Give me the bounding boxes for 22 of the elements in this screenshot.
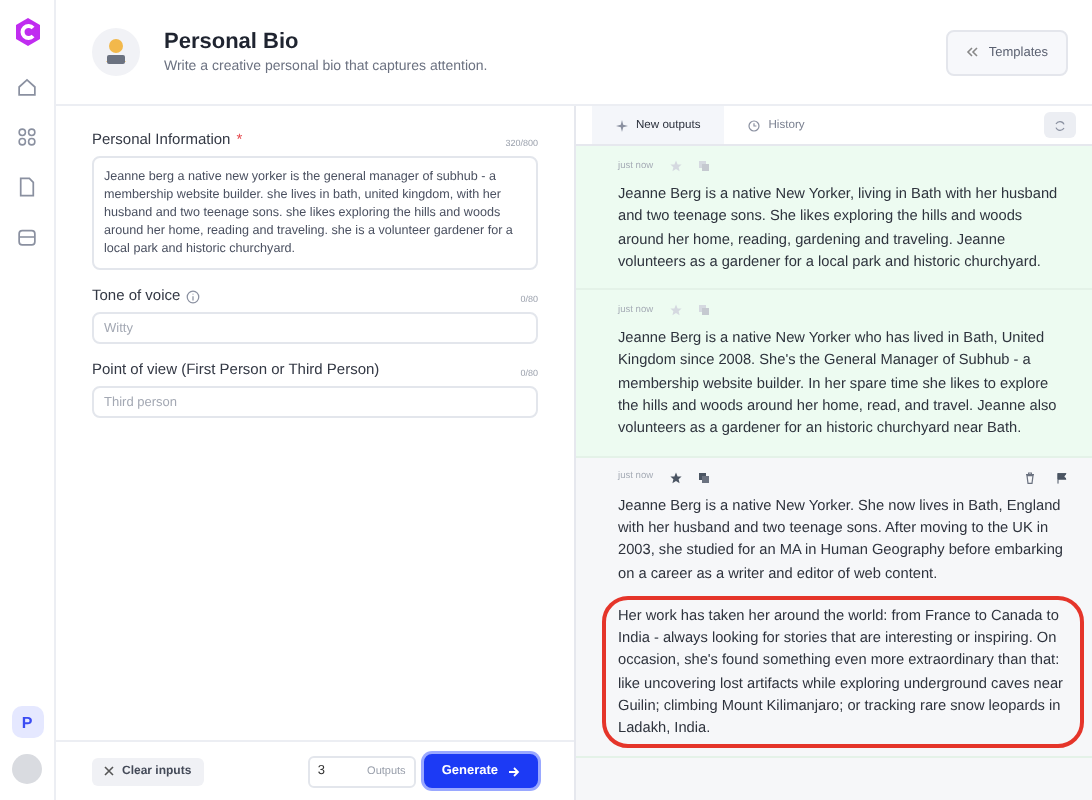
sparkle-icon — [616, 119, 628, 131]
arrow-right-icon — [508, 765, 520, 777]
star-icon[interactable] — [669, 304, 682, 317]
page-title: Personal Bio — [164, 30, 301, 54]
refresh-button[interactable] — [1044, 112, 1076, 138]
info-icon[interactable] — [186, 290, 201, 305]
document-icon[interactable] — [16, 176, 38, 198]
copy-icon[interactable] — [697, 471, 710, 484]
star-icon[interactable] — [669, 160, 682, 172]
star-icon[interactable] — [669, 471, 682, 484]
archive-icon[interactable] — [16, 226, 38, 248]
logo-icon[interactable] — [11, 16, 43, 48]
flag-icon[interactable] — [1056, 471, 1068, 484]
chevrons-left-icon — [966, 46, 979, 58]
clock-icon — [748, 119, 761, 131]
refresh-icon — [1054, 119, 1066, 131]
user-avatar[interactable]: P — [11, 706, 43, 738]
apps-icon[interactable] — [16, 126, 38, 148]
person-laptop-icon — [92, 28, 140, 76]
home-icon[interactable] — [16, 76, 38, 98]
trash-icon[interactable] — [1024, 471, 1036, 484]
close-icon — [104, 766, 114, 776]
